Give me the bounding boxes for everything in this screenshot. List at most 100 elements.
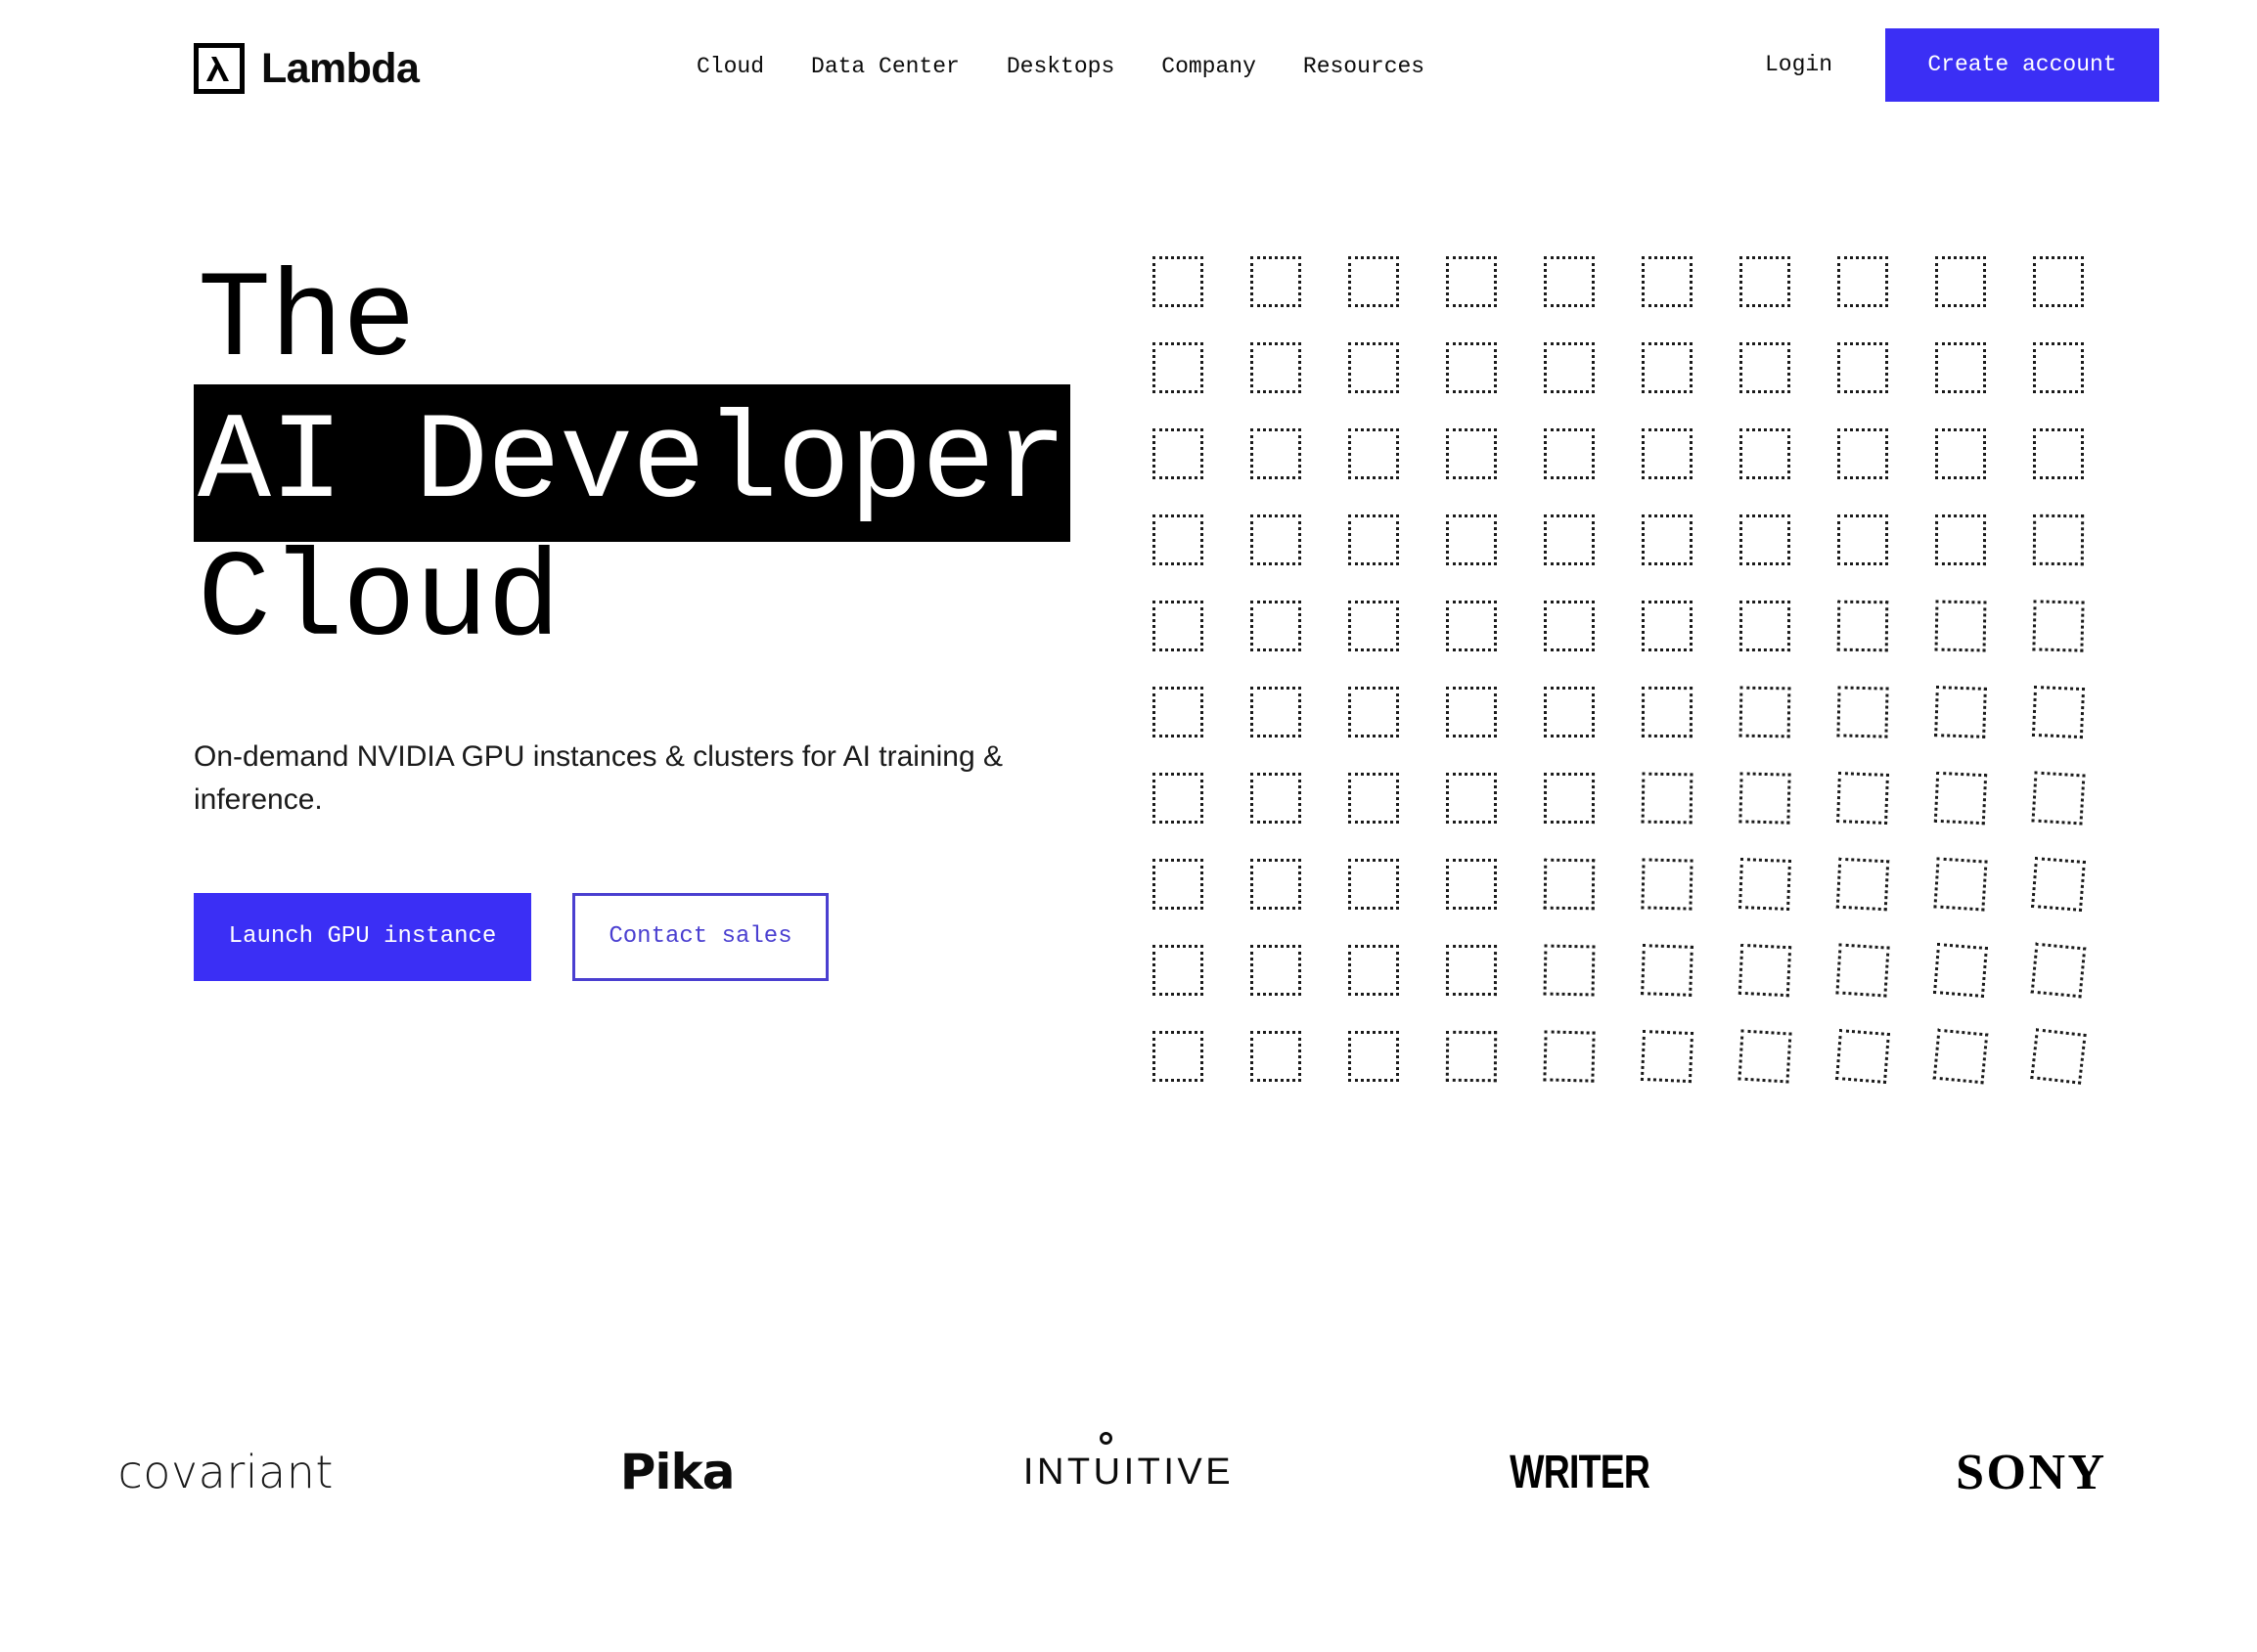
grid-cell (1445, 944, 1498, 997)
grid-row (1152, 1028, 2111, 1085)
grid-cell (1152, 428, 1203, 479)
grid-cell (1837, 514, 1888, 565)
grid-cell (1640, 1029, 1694, 1084)
grid-cell (1544, 601, 1595, 651)
grid-row (1152, 685, 2111, 739)
grid-cell (2033, 342, 2084, 393)
grid-cell (2030, 942, 2087, 999)
grid-cell (1250, 342, 1301, 393)
grid-cell (1738, 858, 1791, 911)
grid-cell (1835, 857, 1890, 912)
grid-cell (1446, 514, 1497, 565)
grid-cell (1835, 943, 1890, 998)
dotted-square-grid-icon (1152, 256, 2111, 1117)
grid-cell (1152, 859, 1203, 910)
grid-cell (1642, 514, 1693, 565)
grid-cell (1446, 342, 1497, 393)
grid-cell (2032, 600, 2085, 652)
grid-cell (1446, 859, 1497, 910)
grid-cell (1739, 514, 1790, 565)
grid-cell (1837, 256, 1888, 307)
grid-cell (1642, 256, 1693, 307)
grid-row (1152, 513, 2111, 566)
grid-cell (1835, 1029, 1890, 1084)
grid-cell (1544, 514, 1595, 565)
grid-cell (1348, 773, 1399, 824)
contact-sales-button[interactable]: Contact sales (572, 893, 829, 981)
grid-row (1152, 428, 2111, 479)
grid-cell (1152, 514, 1203, 565)
grid-cell (1739, 342, 1790, 393)
grid-cell (1348, 342, 1399, 393)
grid-cell (1641, 944, 1693, 997)
grid-cell (1642, 342, 1693, 393)
hero-copy: The AI Developer Cloud (194, 252, 1172, 671)
grid-cell (1934, 686, 1987, 738)
grid-cell (1446, 773, 1497, 824)
grid-cell (1837, 428, 1888, 479)
headline-line-3: Cloud (198, 532, 561, 671)
grid-cell (1738, 1029, 1792, 1084)
grid-cell (1250, 773, 1301, 824)
grid-cell (1445, 1030, 1498, 1083)
launch-gpu-instance-button[interactable]: Launch GPU instance (194, 893, 531, 981)
grid-row (1152, 342, 2111, 393)
intuitive-ring-icon (1099, 1431, 1112, 1445)
grid-cell (1250, 256, 1301, 307)
grid-cell (1641, 772, 1693, 825)
customer-logo-bar: covariant Pika INTUITIVE WRITER SONY (0, 1408, 2257, 1536)
grid-cell (2033, 428, 2084, 479)
grid-cell (1935, 342, 1986, 393)
landing-page: Lambda Cloud Data Center Desktops Compan… (0, 0, 2257, 1652)
grid-cell (1934, 600, 1987, 652)
grid-cell (1738, 686, 1791, 738)
logo-pika: Pika (619, 1444, 736, 1500)
grid-cell (1250, 945, 1301, 996)
grid-cell (1641, 858, 1693, 911)
grid-row (1152, 771, 2111, 826)
grid-cell (1250, 859, 1301, 910)
grid-cell (1935, 256, 1986, 307)
grid-cell (1250, 1031, 1301, 1082)
grid-cell (1348, 1031, 1399, 1082)
logo-intuitive: INTUITIVE (903, 1408, 1354, 1536)
grid-cell (1738, 600, 1791, 652)
grid-cell (1544, 342, 1595, 393)
grid-cell (1250, 428, 1301, 479)
grid-cell (1152, 342, 1203, 393)
headline-line-1: The (198, 252, 416, 391)
page-title: The AI Developer Cloud (194, 252, 1172, 671)
grid-cell (1446, 601, 1497, 651)
grid-cell (1250, 687, 1301, 737)
grid-row (1152, 857, 2111, 912)
logo-writer: WRITER (1510, 1446, 1650, 1498)
grid-cell (1348, 256, 1399, 307)
grid-cell (1739, 256, 1790, 307)
grid-cell (1837, 342, 1888, 393)
grid-cell (1642, 428, 1693, 479)
grid-cell (1738, 772, 1791, 825)
grid-cell (1348, 859, 1399, 910)
logo-covariant: covariant (117, 1446, 334, 1498)
grid-cell (1836, 772, 1889, 825)
grid-cell (1544, 428, 1595, 479)
grid-cell (1738, 943, 1792, 998)
grid-cell (1543, 858, 1596, 911)
logo-sony: SONY (1956, 1444, 2107, 1500)
grid-cell (1933, 943, 1988, 998)
grid-cell (1152, 687, 1203, 737)
grid-cell (2032, 513, 2085, 566)
headline-line-2: AI Developer (194, 379, 1172, 546)
grid-cell (1446, 428, 1497, 479)
grid-cell (1641, 686, 1693, 738)
hero-cta-row: Launch GPU instance Contact sales (194, 893, 829, 981)
grid-cell (1934, 513, 1987, 566)
grid-cell (1446, 687, 1497, 737)
grid-row (1152, 942, 2111, 999)
grid-cell (1642, 601, 1693, 651)
headline-highlight: AI Developer (194, 384, 1071, 542)
grid-cell (1152, 256, 1203, 307)
hero-subtitle: On-demand NVIDIA GPU instances & cluster… (194, 740, 1004, 816)
grid-cell (2033, 256, 2084, 307)
grid-cell (1250, 601, 1301, 651)
